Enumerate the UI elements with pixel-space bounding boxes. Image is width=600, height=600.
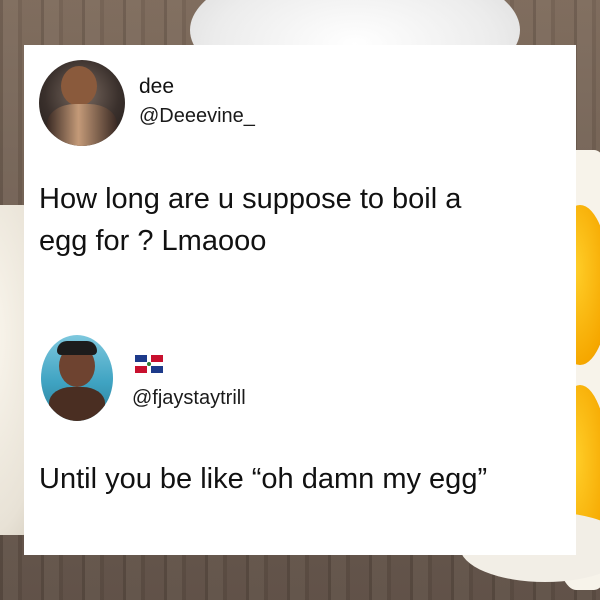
avatar[interactable] bbox=[39, 60, 125, 146]
reply-text: Until you be like “oh damn my egg” bbox=[39, 463, 488, 495]
reply-avatar[interactable] bbox=[41, 335, 113, 421]
avatar-bandana bbox=[57, 341, 97, 355]
avatar-body bbox=[49, 387, 105, 421]
tweet-card: dee @Deeevine_ How long are u suppose to… bbox=[24, 45, 576, 555]
avatar-body bbox=[47, 104, 117, 146]
post-text: How long are u suppose to boil a egg for… bbox=[39, 183, 462, 257]
avatar-head bbox=[61, 66, 97, 106]
author-name[interactable]: dee bbox=[139, 75, 174, 99]
author-handle[interactable]: @Deeevine_ bbox=[139, 105, 255, 128]
reply-author-handle[interactable]: @fjaystaytrill bbox=[132, 387, 246, 410]
dominican-republic-flag-icon bbox=[135, 355, 163, 373]
